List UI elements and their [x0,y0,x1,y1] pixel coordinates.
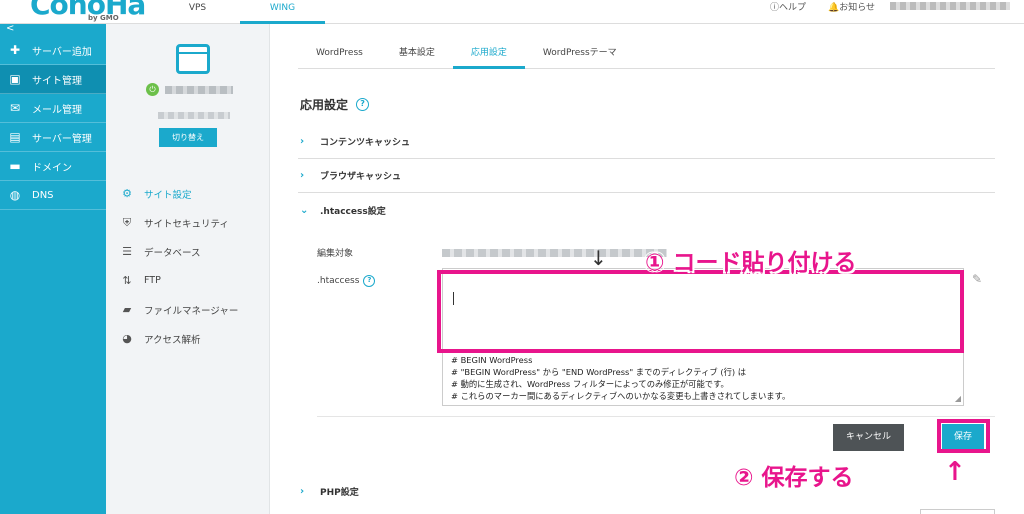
annotation-arrow-down: ↓ [590,246,607,270]
site-name-blurred [165,86,233,94]
section-htaccess[interactable]: ⌄ .htaccess設定 [298,193,995,227]
annotation-arrow-up: ↑ [944,457,966,487]
sidebar-collapse-button[interactable]: < [0,24,106,36]
ftp-icon: ⇅ [122,274,132,287]
annotation-box-editor [437,270,964,353]
database-icon: ☰ [122,245,132,258]
tab-wordpress[interactable]: WordPress [298,44,381,68]
chevron-down-icon: ⌄ [300,204,309,216]
sidebar-item-server[interactable]: ▤ サーバー管理 [0,123,106,152]
sidebar-item-dns[interactable]: ◍ DNS [0,181,106,210]
annotation-box-save [937,419,990,453]
site-url-blurred [158,112,230,119]
globe-icon: ◍ [9,188,21,202]
annotation-step2-text: ② 保存する [734,465,854,491]
domain-icon: ▬ [9,159,21,173]
page-title: 応用設定 ? [300,96,370,113]
mail-icon: ✉ [9,101,21,115]
conoha-logo[interactable]: ConoHa by GMO [30,0,146,22]
htaccess-help-icon[interactable]: ? [363,275,376,287]
sub-item-ftp[interactable]: ⇅ FTP [106,266,269,295]
tab-basic-settings[interactable]: 基本設定 [381,44,453,68]
divider [317,416,995,417]
sidebar-item-domain[interactable]: ▬ ドメイン [0,152,106,181]
sub-item-database[interactable]: ☰ データベース [106,237,269,266]
site-subpanel: ⏻ 切り替え ⚙ サイト設定 ⛨ サイトセキュリティ ☰ データベース ⇅ FT… [106,24,270,514]
edit-target-label: 編集対象 [317,249,354,259]
tab-wing[interactable]: WING [240,3,325,24]
htaccess-content: # BEGIN WordPress # "BEGIN WordPress" から… [451,355,791,401]
sub-item-site-security[interactable]: ⛨ サイトセキュリティ [106,208,269,237]
plus-icon: ✚ [9,43,21,57]
settings-tabs: WordPress 基本設定 応用設定 WordPressテーマ [298,44,995,69]
help-question-icon[interactable]: ? [356,98,370,111]
browser-window-icon [176,44,210,74]
tab-vps[interactable]: VPS [155,3,240,13]
section-php-settings[interactable]: › PHP設定 [298,474,995,508]
chevron-right-icon: › [300,136,305,147]
tab-advanced-settings[interactable]: 応用設定 [452,44,525,69]
server-icon: ▤ [9,130,21,144]
section-content-cache[interactable]: › コンテンツキャッシュ [298,125,995,159]
switch-site-button[interactable]: 切り替え [159,128,217,147]
news-link[interactable]: 🔔お知らせ [828,0,875,13]
sidebar-item-site-management[interactable]: ▣ サイト管理 [0,65,106,94]
bell-icon: 🔔 [828,3,840,13]
section-browser-cache[interactable]: › ブラウザキャッシュ [298,159,995,193]
shield-icon: ⛨ [122,215,132,229]
sub-item-access-analytics[interactable]: ◕ アクセス解析 [106,324,269,353]
next-section-edge [920,509,995,514]
site-settings-icon: ⚙ [122,187,132,200]
sub-item-site-settings[interactable]: ⚙ サイト設定 [106,179,269,208]
cancel-button[interactable]: キャンセル [833,424,904,451]
sidebar-item-mail[interactable]: ✉ メール管理 [0,94,106,123]
sub-item-file-manager[interactable]: ▰ ファイルマネージャー [106,295,269,324]
site-sub-nav: ⚙ サイト設定 ⛨ サイトセキュリティ ☰ データベース ⇅ FTP ▰ ファイ… [106,179,269,353]
folder-icon: ▰ [122,303,132,316]
help-icon: ⓘ [770,3,780,13]
htaccess-label: .htaccess ? [317,275,376,287]
help-link[interactable]: ⓘヘルプ [770,0,806,13]
site-icon: ▣ [9,72,21,86]
pie-icon: ◕ [122,332,132,345]
main-sidebar: < ✚ サーバー追加 ▣ サイト管理 ✉ メール管理 ▤ サーバー管理 ▬ ドメ… [0,24,106,514]
tab-wordpress-theme[interactable]: WordPressテーマ [525,44,635,68]
user-account-blurred[interactable] [890,2,1010,10]
edit-target-value-blurred [442,249,667,257]
chevron-right-icon: › [300,170,305,181]
annotation-step1-text: ① コード貼り付ける [645,250,857,276]
top-header: ConoHa by GMO VPS WING ⓘヘルプ 🔔お知らせ [0,0,1024,24]
power-icon: ⏻ [146,83,159,96]
resize-grip-icon[interactable]: ◢ [955,394,961,403]
sidebar-item-add-server[interactable]: ✚ サーバー追加 [0,36,106,65]
pencil-icon[interactable]: ✎ [972,272,982,286]
chevron-right-icon: › [300,485,305,497]
